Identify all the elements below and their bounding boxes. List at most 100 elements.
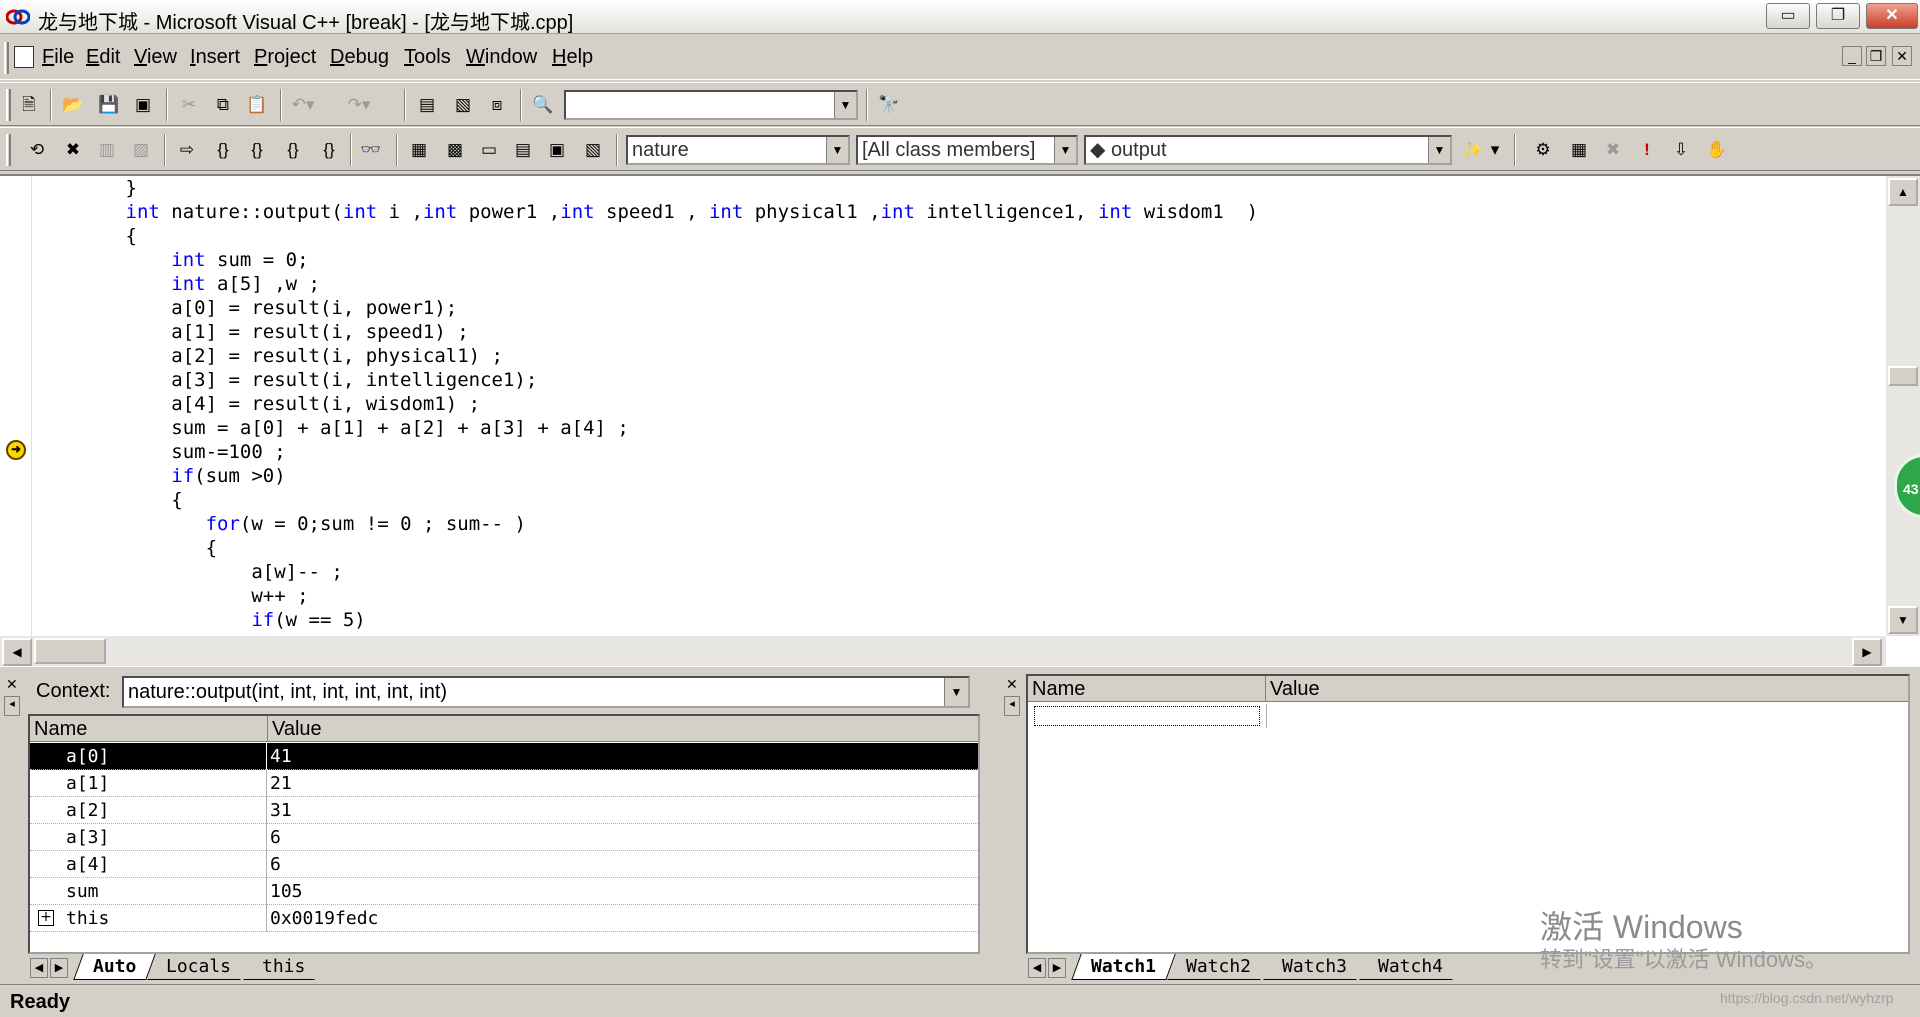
maximize-button[interactable]: ❐ [1816,3,1860,29]
execute-icon[interactable]: ! [1634,137,1660,163]
menu-window[interactable]: Window [466,46,537,69]
go-icon[interactable]: ⇩ [1668,137,1694,163]
menu-tools[interactable]: Tools [404,46,451,69]
watch-window-icon[interactable]: ▦ [406,137,432,163]
filter-combo[interactable]: [All class members] ▼ [856,135,1078,165]
variable-row[interactable]: a[1] 21 [30,770,978,797]
tab-watch3[interactable]: Watch3 [1263,954,1366,980]
new-watch-entry[interactable] [1034,706,1260,726]
stop-debugging-icon[interactable]: ✖ [60,137,86,163]
redo-icon[interactable]: ↷▾ [346,92,372,118]
code-line[interactable]: sum-=100 ; [34,440,1884,464]
variable-value[interactable]: 6 [270,851,281,878]
close-pane-icon[interactable]: ✕ [6,676,18,693]
tab-scroll-right-icon[interactable]: ▶ [50,958,68,978]
tab-this[interactable]: this [243,954,325,980]
menu-help[interactable]: Help [552,46,593,69]
undo-icon[interactable]: ↶▾ [290,92,316,118]
save-icon[interactable]: 💾 [96,92,122,118]
step-over-icon[interactable]: {} [244,137,270,163]
pane-grip-icon[interactable]: ◂ [1004,696,1020,716]
apply-code-changes-icon[interactable]: ▨ [128,137,154,163]
variable-row[interactable]: a[0] 41 [30,743,978,770]
variable-value[interactable]: 41 [270,743,292,770]
title-bar[interactable]: 龙与地下城 - Microsoft Visual C++ [break] - [… [0,0,1920,34]
code-line[interactable]: sum = a[0] + a[1] + a[2] + a[3] + a[4] ; [34,416,1884,440]
code-line[interactable]: { [34,488,1884,512]
run-to-cursor-icon[interactable]: {} [316,137,342,163]
chevron-down-icon[interactable]: ▼ [944,678,968,706]
minimize-button[interactable]: ▭ [1766,3,1810,29]
code-line[interactable]: a[w]-- ; [34,560,1884,584]
quick-watch-icon[interactable]: 👓 [358,137,384,163]
tab-locals[interactable]: Locals [147,954,250,980]
member-combo[interactable]: ◆ output ▼ [1084,135,1452,165]
save-all-icon[interactable]: ▣ [130,92,156,118]
code-line[interactable]: int a[5] ,w ; [34,272,1884,296]
find-binoculars-icon[interactable]: 🔭 [876,92,902,118]
variable-value[interactable]: 0x0019fedc [270,905,378,932]
code-line[interactable]: { [34,536,1884,560]
variables-grid[interactable]: Name Value a[0] 41 a[1] 21 a[2] 31 a[3] 6 a[… [28,714,980,954]
code-line[interactable]: if(sum >0) [34,464,1884,488]
wizard-wand-icon[interactable]: ✨ [1460,137,1486,163]
document-icon[interactable] [14,46,34,68]
code-line[interactable]: a[4] = result(i, wisdom1) ; [34,392,1884,416]
column-header-name[interactable]: Name [1028,676,1266,702]
cut-icon[interactable]: ✂ [176,92,202,118]
memory-window-icon[interactable]: ▤ [510,137,536,163]
workspace-icon[interactable]: ▤ [414,92,440,118]
open-folder-icon[interactable]: 📂 [60,92,86,118]
find-in-files-icon[interactable]: 🔍 [530,92,556,118]
paste-icon[interactable]: 📋 [244,92,270,118]
call-stack-icon[interactable]: ▣ [544,137,570,163]
menu-file[interactable]: File [42,46,74,69]
break-execution-icon[interactable]: ▥ [94,137,120,163]
scroll-left-button[interactable]: ◀ [2,638,32,666]
variable-row[interactable]: a[2] 31 [30,797,978,824]
chevron-down-icon[interactable]: ▼ [834,92,856,118]
tab-scroll-right-icon[interactable]: ▶ [1048,958,1066,978]
mdi-close-button[interactable]: ✕ [1892,46,1912,66]
menu-insert[interactable]: Insert [190,46,240,69]
variable-row[interactable]: a[3] 6 [30,824,978,851]
show-next-statement-icon[interactable]: ⇨ [174,137,200,163]
new-text-file-icon[interactable]: 🗎 [16,92,42,118]
close-pane-icon[interactable]: ✕ [1006,676,1018,693]
watch-grid[interactable]: Name Value [1026,674,1910,954]
code-line[interactable]: } [34,176,1884,200]
column-header-value[interactable]: Value [268,716,978,742]
code-line[interactable]: if(w == 5) [34,608,1884,632]
editor-vertical-scrollbar[interactable]: ▲ ▼ [1886,176,1920,636]
code-line[interactable]: a[3] = result(i, intelligence1); [34,368,1884,392]
code-line[interactable]: a[2] = result(i, physical1) ; [34,344,1884,368]
variable-row[interactable]: a[4] 6 [30,851,978,878]
mdi-minimize-button[interactable]: _ [1842,46,1862,66]
compile-icon[interactable]: ⚙ [1530,137,1556,163]
menu-grip[interactable] [4,42,9,74]
copy-icon[interactable]: ⧉ [210,92,236,118]
code-line[interactable]: a[1] = result(i, speed1) ; [34,320,1884,344]
variable-value[interactable]: 21 [270,770,292,797]
variable-value[interactable]: 6 [270,824,281,851]
build-icon[interactable]: ▦ [1566,137,1592,163]
breakpoint-hand-icon[interactable]: ✋ [1704,137,1730,163]
code-line[interactable]: { [34,224,1884,248]
step-out-icon[interactable]: {} [280,137,306,163]
code-line[interactable]: int sum = 0; [34,248,1884,272]
code-line[interactable]: a[0] = result(i, power1); [34,296,1884,320]
scroll-down-button[interactable]: ▼ [1888,606,1918,634]
horizontal-scroll-thumb[interactable] [34,638,106,664]
tab-auto[interactable]: Auto [73,954,157,980]
vertical-scroll-thumb[interactable] [1888,366,1918,386]
toolbar-grip[interactable] [6,134,11,166]
close-button[interactable]: ✕ [1866,3,1918,29]
editor-margin[interactable] [0,176,32,636]
class-combo[interactable]: nature ▼ [626,135,850,165]
scroll-up-button[interactable]: ▲ [1888,178,1918,206]
menu-edit[interactable]: Edit [86,46,120,69]
menu-debug[interactable]: Debug [330,46,389,69]
find-combo[interactable]: ▼ [564,90,858,120]
code-line[interactable]: int nature::output(int i ,int power1 ,in… [34,200,1884,224]
tab-watch2[interactable]: Watch2 [1167,954,1270,980]
